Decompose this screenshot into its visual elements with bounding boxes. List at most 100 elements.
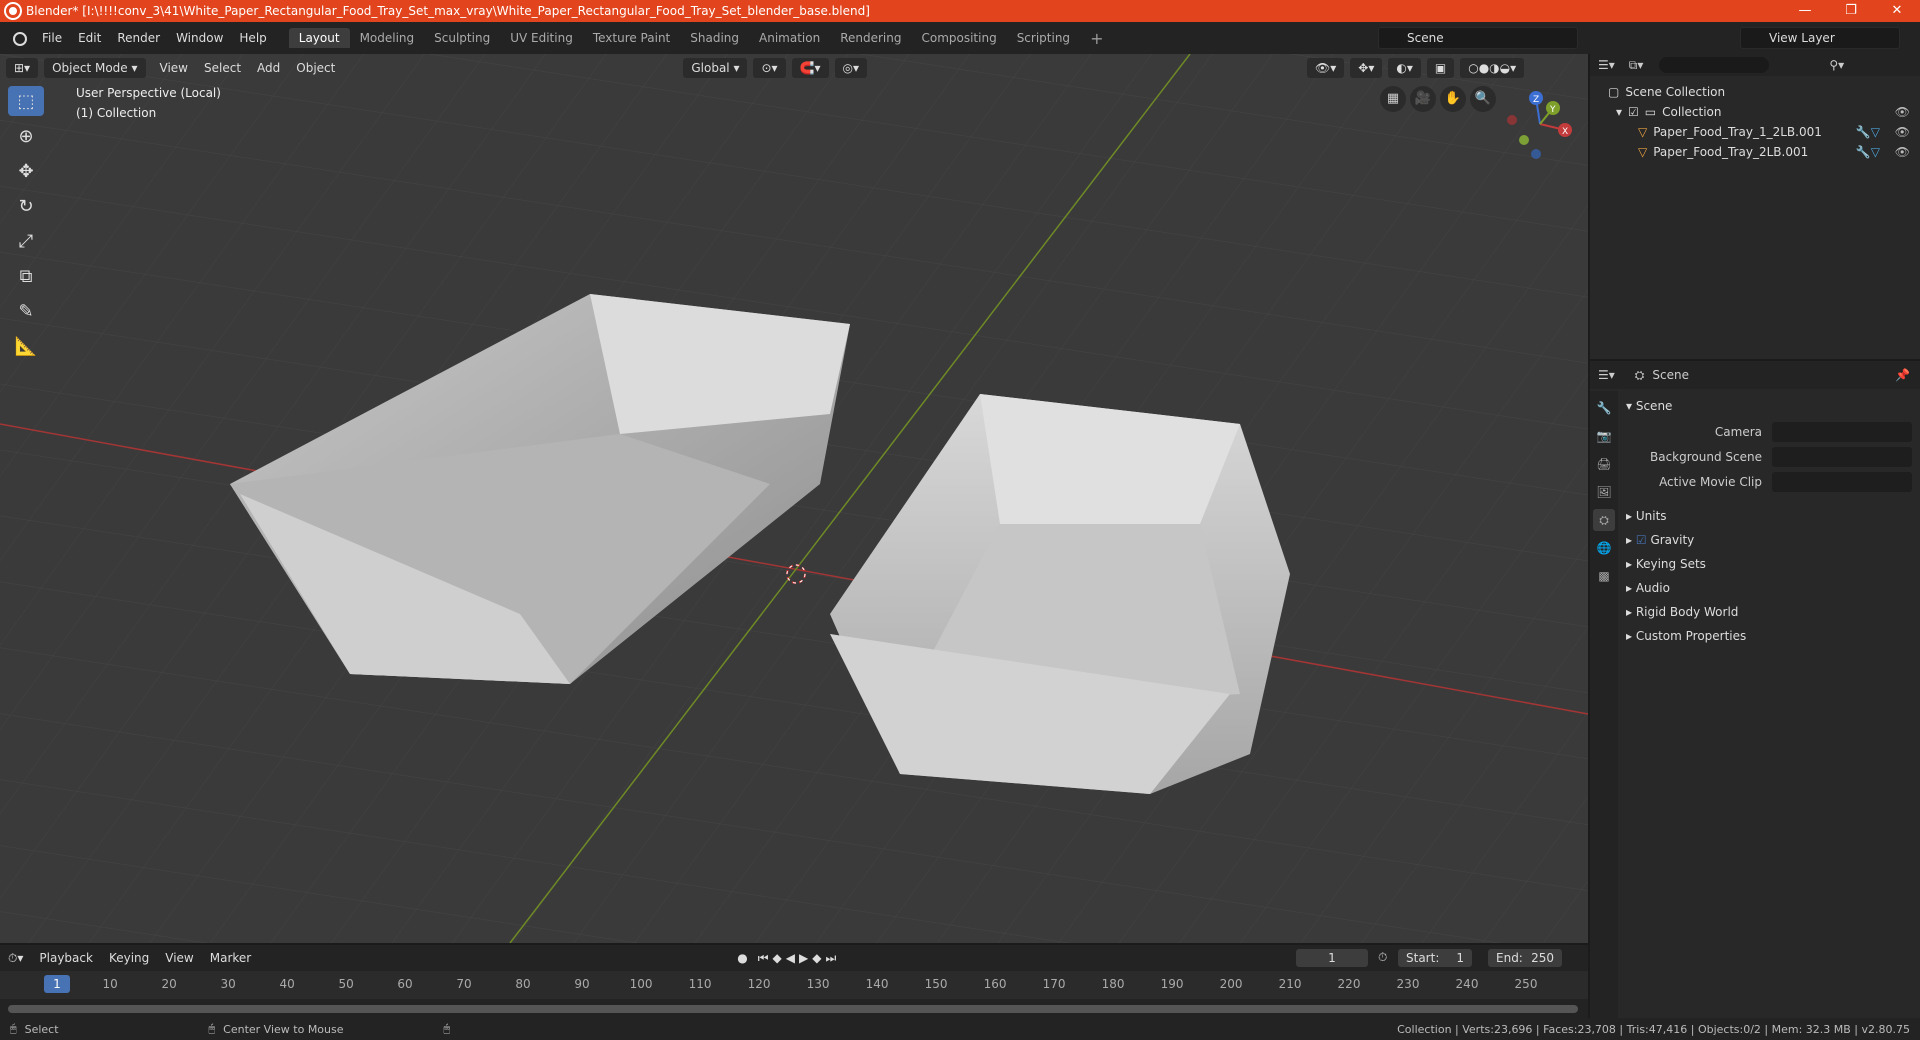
pin-icon[interactable]: 📌 <box>1895 368 1910 382</box>
gizmo-toggle-icon[interactable]: ✥▾ <box>1350 58 1383 78</box>
gravity-section[interactable]: ▸ ☑ Gravity <box>1626 533 1694 547</box>
eye-icon[interactable]: 👁 <box>1895 125 1910 139</box>
modifier-icon[interactable]: 🔧▽ <box>1856 125 1880 139</box>
menu-help[interactable]: Help <box>231 22 274 54</box>
move-tool-icon[interactable]: ✥ <box>8 156 44 186</box>
tab-sculpting[interactable]: Sculpting <box>424 28 500 48</box>
outliner-object-row[interactable]: ▽ Paper_Food_Tray_2LB.001 🔧▽ 👁 <box>1590 142 1920 162</box>
maximize-button[interactable]: ❐ <box>1828 0 1874 22</box>
tab-layout[interactable]: Layout <box>288 28 350 48</box>
shading-modes-icon[interactable]: ○●◑◒▾ <box>1460 58 1525 78</box>
play-reverse-icon[interactable]: ◀ <box>784 951 797 965</box>
rigid-body-world-section[interactable]: ▸ Rigid Body World <box>1626 605 1738 619</box>
view-layer-selector[interactable]: View Layer <box>1740 27 1900 49</box>
play-icon[interactable]: ▶ <box>797 951 810 965</box>
scene-selector[interactable]: Scene <box>1378 27 1578 49</box>
tab-modeling[interactable]: Modeling <box>350 28 425 48</box>
tab-scripting[interactable]: Scripting <box>1007 28 1080 48</box>
gravity-checkbox-icon[interactable]: ☑ <box>1636 533 1647 547</box>
scale-tool-icon[interactable]: ⤢ <box>8 226 44 256</box>
menu-timeline-view[interactable]: View <box>157 951 201 965</box>
render-props-icon[interactable]: 📷 <box>1593 425 1615 447</box>
tab-compositing[interactable]: Compositing <box>911 28 1006 48</box>
tool-props-icon[interactable]: 🔧 <box>1593 397 1615 419</box>
eye-icon[interactable]: 👁 <box>1895 145 1910 159</box>
blender-menu-icon[interactable] <box>10 29 28 47</box>
annotate-tool-icon[interactable]: ✎ <box>8 296 44 326</box>
menu-edit[interactable]: Edit <box>70 22 109 54</box>
custom-properties-section[interactable]: ▸ Custom Properties <box>1626 629 1746 643</box>
end-frame-field[interactable]: End: 250 <box>1488 949 1562 967</box>
xray-icon[interactable]: ▣ <box>1426 58 1455 78</box>
pan-view-icon[interactable]: ✋ <box>1440 86 1466 112</box>
timeline-scrollbar[interactable] <box>8 1005 1578 1013</box>
tab-texture-paint[interactable]: Texture Paint <box>583 28 680 48</box>
output-props-icon[interactable]: 🖨 <box>1593 453 1615 475</box>
current-frame-field[interactable]: 1 <box>1296 949 1368 967</box>
view-layer-props-icon[interactable]: 🖼 <box>1593 481 1615 503</box>
tab-animation[interactable]: Animation <box>749 28 830 48</box>
tab-rendering[interactable]: Rendering <box>830 28 911 48</box>
transform-orientation-dropdown[interactable]: Global ▾ <box>683 58 748 78</box>
keying-sets-section[interactable]: ▸ Keying Sets <box>1626 557 1706 571</box>
navigation-gizmo[interactable]: Z X Y <box>1500 84 1580 164</box>
editor-type-button[interactable]: ⊞▾ <box>6 58 39 78</box>
menu-window[interactable]: Window <box>168 22 231 54</box>
jump-start-icon[interactable]: ⏮ <box>756 951 771 966</box>
proportional-edit-icon[interactable]: ◎▾ <box>834 58 868 78</box>
filter-icon[interactable]: ⚲▾ <box>1829 58 1844 72</box>
menu-object[interactable]: Object <box>288 61 343 75</box>
overlays-icon[interactable]: ◐▾ <box>1388 58 1421 78</box>
jump-end-icon[interactable]: ⏭ <box>823 951 838 966</box>
active-movie-clip-field[interactable] <box>1772 472 1912 492</box>
add-workspace-button[interactable]: + <box>1080 26 1113 51</box>
menu-file[interactable]: File <box>34 22 70 54</box>
start-frame-field[interactable]: Start: 1 <box>1398 949 1472 967</box>
prev-keyframe-icon[interactable]: ◆ <box>771 951 784 965</box>
menu-playback[interactable]: Playback <box>31 951 101 965</box>
pivot-icon[interactable]: ⊙▾ <box>753 58 786 78</box>
menu-marker[interactable]: Marker <box>202 951 259 965</box>
select-box-tool-icon[interactable]: ⬚ <box>8 86 44 116</box>
timeline-editor-icon[interactable]: ⏱▾ <box>0 951 31 966</box>
record-icon[interactable]: ● <box>729 951 755 965</box>
outliner-editor-icon[interactable]: ☰▾ <box>1598 58 1615 72</box>
properties-editor-icon[interactable]: ☰▾ <box>1598 368 1615 382</box>
menu-view[interactable]: View <box>152 61 196 75</box>
outliner-object-row[interactable]: ▽ Paper_Food_Tray_1_2LB.001 🔧▽ 👁 <box>1590 122 1920 142</box>
texture-props-icon[interactable]: ▩ <box>1593 565 1615 587</box>
measure-tool-icon[interactable]: 📐 <box>8 331 44 361</box>
checkbox-icon[interactable]: ☑ <box>1628 105 1639 119</box>
close-button[interactable]: ✕ <box>1874 0 1920 22</box>
playhead[interactable]: 1 <box>44 975 70 993</box>
cursor-tool-icon[interactable]: ⊕ <box>8 121 44 151</box>
minimize-button[interactable]: — <box>1782 0 1828 22</box>
display-mode-icon[interactable]: ⧉▾ <box>1629 58 1644 73</box>
stopwatch-icon[interactable]: ⏱ <box>1378 950 1387 965</box>
menu-keying[interactable]: Keying <box>101 951 157 965</box>
zoom-view-icon[interactable]: 🔍 <box>1470 86 1496 112</box>
scene-panel-header[interactable]: ▾ Scene <box>1626 399 1672 413</box>
audio-section[interactable]: ▸ Audio <box>1626 581 1670 595</box>
object-mode-dropdown[interactable]: Object Mode ▾ <box>44 58 146 78</box>
camera-field[interactable] <box>1772 422 1912 442</box>
grid-view-icon[interactable]: ▦ <box>1380 86 1406 112</box>
collection-row[interactable]: ▾ ☑ ▭ Collection 👁 <box>1590 102 1920 122</box>
menu-render[interactable]: Render <box>109 22 168 54</box>
camera-view-icon[interactable]: 🎥 <box>1410 86 1436 112</box>
outliner-search-input[interactable] <box>1659 57 1770 73</box>
tab-shading[interactable]: Shading <box>680 28 749 48</box>
eye-icon[interactable]: 👁 <box>1895 105 1910 119</box>
expand-arrow-icon[interactable]: ▾ <box>1616 105 1622 119</box>
visibility-icon[interactable]: 👁▾ <box>1307 58 1345 78</box>
modifier-icon[interactable]: 🔧▽ <box>1856 145 1880 159</box>
scene-props-icon[interactable]: ⛭ <box>1593 509 1615 531</box>
rotate-tool-icon[interactable]: ↻ <box>8 191 44 221</box>
world-props-icon[interactable]: 🌐 <box>1593 537 1615 559</box>
next-keyframe-icon[interactable]: ◆ <box>810 951 823 965</box>
scene-collection-row[interactable]: ▢ Scene Collection <box>1590 82 1920 102</box>
units-section[interactable]: ▸ Units <box>1626 509 1667 523</box>
frame-ruler[interactable]: 1 10 20 30 40 50 60 70 80 90 100 110 120 130 140 150 16… <box>0 971 1588 999</box>
snap-icon[interactable]: 🧲▾ <box>791 58 829 78</box>
3d-viewport[interactable]: ⊞▾ Object Mode ▾ View Select Add Object … <box>0 54 1588 943</box>
